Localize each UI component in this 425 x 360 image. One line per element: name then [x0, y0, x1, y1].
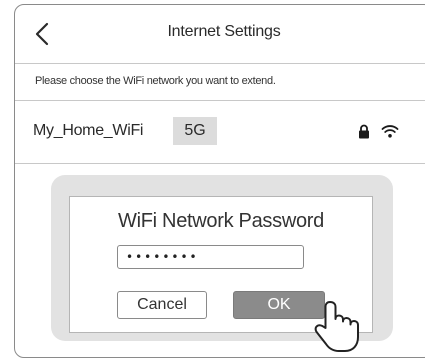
lock-icon [359, 124, 369, 139]
network-name: My_Home_WiFi [33, 122, 144, 139]
instruction-row: Please choose the WiFi network you want … [15, 64, 425, 101]
cancel-button[interactable]: Cancel [117, 291, 207, 319]
password-input[interactable] [117, 245, 304, 269]
network-list-item[interactable]: My_Home_WiFi 5G [15, 101, 425, 164]
hand-pointer-icon [314, 301, 359, 352]
dialog-backdrop: WiFi Network Password Cancel OK [51, 175, 393, 352]
app-screen: Internet Settings Please choose the WiFi… [14, 4, 425, 358]
instruction-text: Please choose the WiFi network you want … [35, 75, 276, 87]
dialog-title: WiFi Network Password [118, 210, 324, 232]
header-bar: Internet Settings [15, 5, 425, 64]
band-badge: 5G [173, 117, 217, 145]
page-title: Internet Settings [167, 23, 281, 40]
wifi-icon [381, 125, 399, 138]
password-dialog: WiFi Network Password Cancel OK [69, 196, 373, 352]
